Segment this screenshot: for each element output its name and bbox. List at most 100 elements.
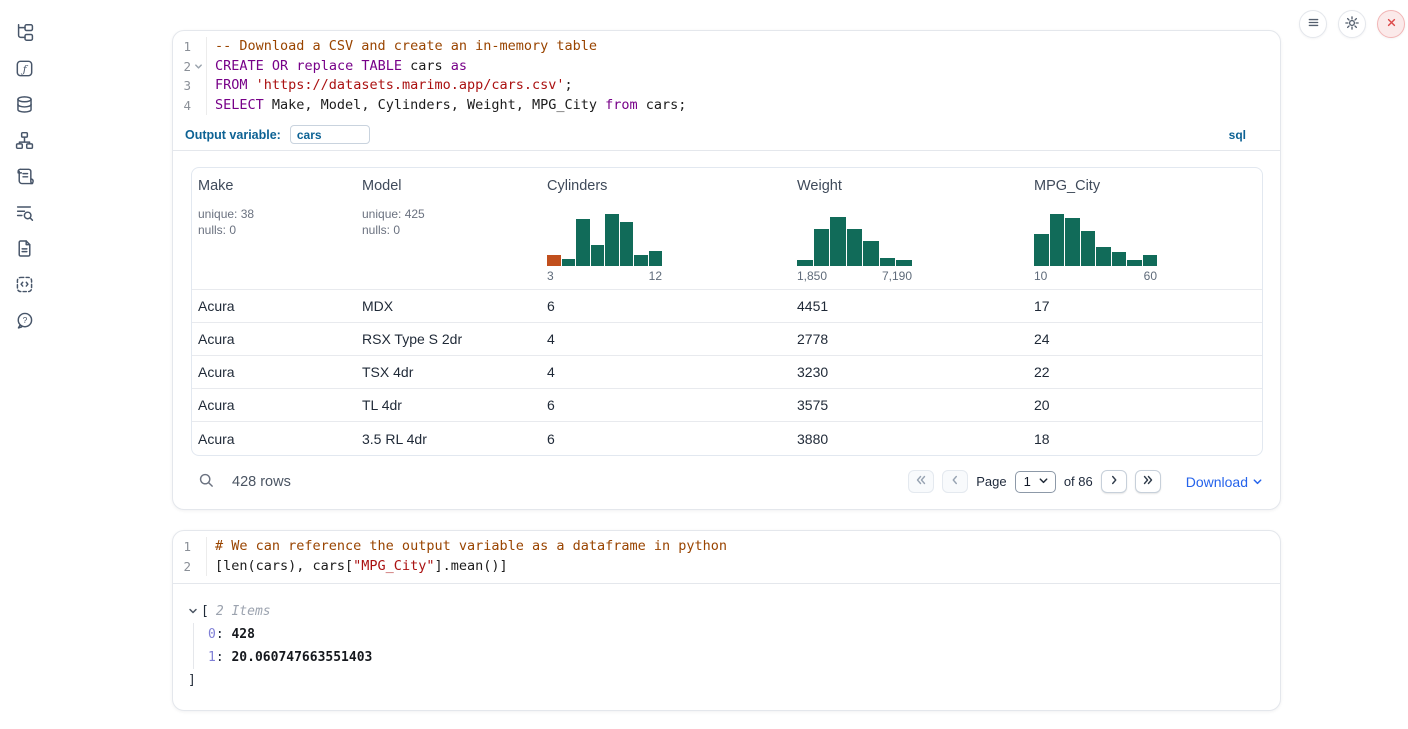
sidebar-variables-button[interactable]: ƒ <box>14 58 34 78</box>
sql-output: Make unique: 38nulls: 0 Model unique: 425nu… <box>173 151 1280 509</box>
snippets-code-icon <box>15 275 34 294</box>
first-page-button[interactable] <box>908 470 934 493</box>
code-line: 4SELECT Make, Model, Cylinders, Weight, … <box>173 96 1280 116</box>
table-column-header[interactable]: Make unique: 38nulls: 0 <box>192 168 356 289</box>
histogram-bar <box>634 255 648 266</box>
sql-cell: 1-- Download a CSV and create an in-memo… <box>172 30 1281 510</box>
column-name: Weight <box>797 178 1020 194</box>
tree-collapse-button[interactable] <box>188 604 198 619</box>
prev-page-button[interactable] <box>942 470 968 493</box>
download-button[interactable]: Download <box>1186 474 1263 490</box>
notebook: 1-- Download a CSV and create an in-memo… <box>172 30 1281 711</box>
sidebar-help-button[interactable]: ? <box>14 310 34 330</box>
line-number-gutter: 2 <box>173 557 207 577</box>
table-column-header[interactable]: Weight 1,850 7,190 <box>791 168 1028 289</box>
tree-items: 0: 4281: 20.060747663551403 <box>193 623 1280 669</box>
database-icon <box>15 95 34 114</box>
sidebar-snippets-button[interactable] <box>14 274 34 294</box>
column-stats: unique: 425nulls: 0 <box>362 202 533 242</box>
histogram-bar <box>562 259 576 266</box>
sql-editor[interactable]: 1-- Download a CSV and create an in-memo… <box>173 31 1280 122</box>
column-name: Make <box>198 178 348 194</box>
histogram-bar <box>797 260 813 266</box>
fold-toggle[interactable] <box>191 62 206 71</box>
column-name: Model <box>362 178 533 194</box>
language-badge: sql <box>1229 128 1246 142</box>
code-line: 2[len(cars), cars["MPG_City"].mean()] <box>173 557 1280 577</box>
tree-item-value: 428 <box>231 627 254 642</box>
table-column-header[interactable]: Model unique: 425nulls: 0 <box>356 168 541 289</box>
table-cell: 4 <box>541 331 791 347</box>
table-row: Acura3.5 RL 4dr6388018 <box>192 422 1262 455</box>
histogram-bar <box>547 255 561 266</box>
table-column-header[interactable]: MPG_City1060 <box>1028 168 1262 289</box>
histogram-bar <box>1081 231 1096 266</box>
histogram-min-label: 1,850 <box>797 269 827 283</box>
histogram-bar <box>1143 255 1158 266</box>
table-cell: 3880 <box>791 431 1028 447</box>
settings-button[interactable] <box>1338 10 1366 38</box>
histogram-min-label: 10 <box>1034 269 1047 283</box>
close-icon <box>1384 15 1399 33</box>
sidebar-datasources-button[interactable] <box>14 94 34 114</box>
sidebar-search-button[interactable] <box>14 202 34 222</box>
file-tree-icon <box>15 23 34 42</box>
table-cell: Acura <box>192 397 356 413</box>
page-total-label: of 86 <box>1064 474 1093 489</box>
table-cell: 17 <box>1028 298 1262 314</box>
output-variable-input[interactable] <box>290 125 370 144</box>
tree-item-index: 1 <box>208 650 216 665</box>
dependency-graph-icon <box>15 131 34 150</box>
search-button[interactable] <box>198 472 215 492</box>
tree-item: 0: 428 <box>208 623 1280 646</box>
column-stats: unique: 38nulls: 0 <box>198 202 348 242</box>
table-row: AcuraMDX6445117 <box>192 290 1262 323</box>
function-square-icon: ƒ <box>15 59 34 78</box>
table-cell: 3575 <box>791 397 1028 413</box>
last-page-button[interactable] <box>1135 470 1161 493</box>
sidebar-documentation-button[interactable] <box>14 238 34 258</box>
search-icon <box>198 472 215 492</box>
table-cell: Acura <box>192 364 356 380</box>
notebook-actions <box>1299 10 1405 38</box>
histogram-bar <box>847 229 863 266</box>
sidebar-file-tree-button[interactable] <box>14 22 34 42</box>
page-label: Page <box>976 474 1006 489</box>
page-select[interactable]: 1 <box>1015 471 1056 493</box>
next-page-button[interactable] <box>1101 470 1127 493</box>
histogram-max-label: 7,190 <box>882 269 912 283</box>
python-editor[interactable]: 1# We can reference the output variable … <box>173 531 1280 584</box>
table-row: AcuraRSX Type S 2dr4277824 <box>192 323 1262 356</box>
sidebar-logs-button[interactable] <box>14 166 34 186</box>
histogram-bar <box>1065 218 1080 266</box>
table-cell: 3230 <box>791 364 1028 380</box>
table-cell: 6 <box>541 397 791 413</box>
line-number-gutter: 1 <box>173 537 207 557</box>
histogram-bar <box>880 258 896 266</box>
text-search-icon <box>15 203 34 222</box>
table-cell: 22 <box>1028 364 1262 380</box>
table-body: AcuraMDX6445117AcuraRSX Type S 2dr427782… <box>192 290 1262 455</box>
code-line: 1# We can reference the output variable … <box>173 537 1280 557</box>
table-cell: RSX Type S 2dr <box>356 331 541 347</box>
histogram-bar <box>1112 252 1127 266</box>
histogram-bar <box>620 222 634 266</box>
table-column-header[interactable]: Cylinders312 <box>541 168 791 289</box>
line-number-gutter: 4 <box>173 96 207 116</box>
sidebar-dependencies-button[interactable] <box>14 130 34 150</box>
row-count: 428 rows <box>232 474 291 490</box>
table-cell: 3.5 RL 4dr <box>356 431 541 447</box>
histogram-bar <box>576 219 590 266</box>
help-chat-icon: ? <box>15 311 34 330</box>
line-number-gutter: 1 <box>173 37 207 57</box>
scroll-icon <box>15 167 34 186</box>
table-cell: 18 <box>1028 431 1262 447</box>
chevron-down-icon <box>188 604 198 619</box>
pagination: Page 1 of 86 <box>908 470 1263 493</box>
column-histogram: 1,850 7,190 <box>797 214 912 283</box>
table-cell: 4451 <box>791 298 1028 314</box>
shutdown-button[interactable] <box>1377 10 1405 38</box>
menu-button[interactable] <box>1299 10 1327 38</box>
table-footer: 428 rows Page 1 <box>191 456 1263 509</box>
data-table: Make unique: 38nulls: 0 Model unique: 425nu… <box>191 167 1263 456</box>
